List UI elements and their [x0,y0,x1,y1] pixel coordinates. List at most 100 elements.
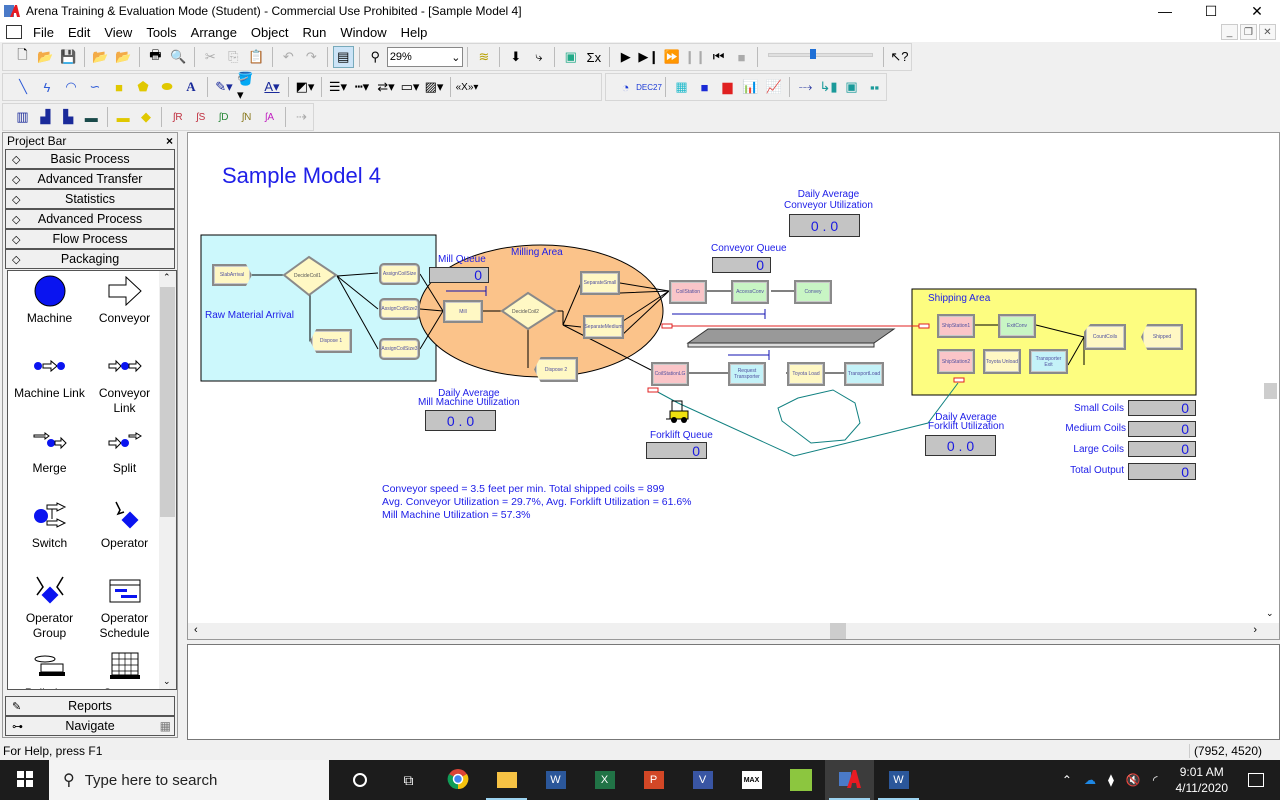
scroll-right-icon[interactable]: › [1253,624,1257,636]
palette-item-operator-group[interactable]: Operator Group [12,575,87,641]
module-access-conv[interactable]: AccessConv [731,280,769,304]
panel-flow-process[interactable]: ◇ Flow Process [5,229,175,249]
module-transporter-exit[interactable]: Transporter Exit [1029,349,1068,374]
storage-icon[interactable]: ▥ [12,106,33,128]
module-slab-arrival[interactable]: SlabArrival [212,264,252,286]
pause-icon[interactable]: ❙❙ [684,46,706,68]
minimize-button[interactable]: — [1142,0,1188,22]
module-dispose2[interactable]: Dispose 2 [534,357,578,382]
doc-minimize-button[interactable]: _ [1221,24,1238,40]
canvas-hscroll-thumb[interactable] [830,623,846,639]
line-tool-icon[interactable]: ╲ [12,76,34,98]
show-dimensions-icon[interactable]: «X»▾ [456,76,479,98]
paste-icon[interactable]: 📋 [246,46,267,68]
promote-path-icon[interactable]: ʃA [259,106,280,128]
palette-item-storage[interactable]: Storage [87,650,162,689]
queue-icon[interactable]: ⤏ [795,76,816,98]
panel-reports[interactable]: ✎ Reports [5,696,175,716]
module-separate-small[interactable]: SeparateSmall [580,271,620,295]
go-icon[interactable]: ▶ [615,46,636,68]
menu-file[interactable]: File [26,25,61,40]
date-icon[interactable]: DEC27 [636,76,662,98]
module-separate-medium[interactable]: SeparateMedium [583,315,624,339]
animate-connectors-icon[interactable]: ▣ [560,46,581,68]
station-marker-icon[interactable]: ▬ [113,106,134,128]
palette-item-machine[interactable]: Machine [12,275,87,326]
line-style-icon[interactable]: ┅▾ [351,76,373,98]
wifi-icon[interactable]: ◜ [1153,773,1158,787]
text-tool-icon[interactable]: A [180,76,202,98]
scroll-up-icon[interactable]: ⌃ [163,272,171,283]
doc-close-button[interactable]: ✕ [1259,24,1276,40]
palette-item-machine-link[interactable]: Machine Link [12,350,87,401]
end-icon[interactable]: ■ [731,46,752,68]
polygon-tool-icon[interactable]: ⬟ [132,76,154,98]
menu-run[interactable]: Run [296,25,334,40]
palette-item-conveyor-link[interactable]: Conveyor Link [87,350,162,416]
palette-item-switch[interactable]: Switch [12,500,87,551]
layers-icon[interactable]: ≋ [473,46,494,68]
module-shipped[interactable]: Shipped [1141,324,1183,350]
menu-window[interactable]: Window [333,25,393,40]
seize-icon[interactable]: ▟ [35,106,56,128]
canvas-vscroll[interactable]: ⌄ [1262,133,1279,623]
palette-item-split[interactable]: Split [87,425,162,476]
module-ship-station1[interactable]: ShipStation1 [937,314,975,338]
scroll-down-icon[interactable]: ⌄ [163,676,171,687]
decide-coil2-label[interactable]: DecideCoil2 [512,307,539,318]
module-exit-conv[interactable]: ExitConv [998,314,1036,338]
panel-statistics[interactable]: ◇ Statistics [5,189,175,209]
copy-icon[interactable]: ⎘ [223,46,244,68]
menu-tools[interactable]: Tools [139,25,183,40]
task-view-button[interactable]: ⧉ [384,760,433,800]
palette-scroll-thumb[interactable] [160,287,175,517]
line-color-icon[interactable]: ✎▾ [213,76,235,98]
taskbar-arena[interactable] [825,760,874,800]
fast-forward-icon[interactable]: ⏩ [661,46,682,68]
notifications-icon[interactable] [1248,773,1264,787]
module-assign-coil-size3[interactable]: AssignCoilSize3 [379,338,420,360]
close-button[interactable]: ✕ [1234,0,1280,22]
panel-basic-process[interactable]: ◇ Basic Process [5,149,175,169]
template-detach-icon[interactable]: 📂 [113,46,134,68]
arc-tool-icon[interactable]: ◠ [60,76,82,98]
background-color-icon[interactable]: ◩▾ [294,76,316,98]
module-assign-coil-size2[interactable]: AssignCoilSize2 [379,298,420,320]
module-request-transporter[interactable]: Request Transporter [728,362,766,386]
animation-speed-slider[interactable] [768,47,874,67]
clock-icon[interactable]: ◔ [615,76,636,98]
connect-icon[interactable]: ⤷ [528,46,549,68]
segment-icon[interactable]: ʃS [190,106,211,128]
submodel-down-icon[interactable]: ⬇ [505,46,526,68]
palette-item-operator[interactable]: Operator [87,500,162,551]
canvas-hscroll[interactable]: ‹ › [188,623,1279,639]
intersection-icon[interactable]: ◆ [136,106,157,128]
document-icon[interactable] [6,25,22,39]
module-coil-station-lg[interactable]: CoilStationLG [651,362,689,386]
taskbar-clock[interactable]: 9:01 AM 4/11/2020 [1176,764,1229,796]
taskbar-word-2[interactable]: W [874,760,923,800]
cortana-button[interactable] [335,760,384,800]
undo-icon[interactable]: ↶ [278,46,299,68]
maximize-button[interactable]: ☐ [1188,0,1234,22]
station-icon[interactable]: ↳▮ [818,76,839,98]
taskbar-file-explorer[interactable] [482,760,531,800]
box-tool-icon[interactable]: ■ [108,76,130,98]
taskbar-search-box[interactable]: ⚲ Type here to search [49,760,329,800]
route-path-icon[interactable]: ʃR [167,106,188,128]
menu-view[interactable]: View [97,25,139,40]
taskbar-chart-app[interactable] [776,760,825,800]
line-pattern-icon[interactable]: ▭▾ [399,76,421,98]
transporter-icon[interactable]: ▬ [81,106,102,128]
palette-item-merge[interactable]: Merge [12,425,87,476]
arrow-style-icon[interactable]: ⇄▾ [375,76,397,98]
dropbox-icon[interactable]: ⧫ [1108,773,1114,787]
taskbar-word[interactable]: W [531,760,580,800]
menu-object[interactable]: Object [244,25,296,40]
parking-icon[interactable]: ▙ [58,106,79,128]
level-icon[interactable]: ▆ [717,76,738,98]
print-icon[interactable]: 🖶 [145,46,166,68]
palette-item-conveyor[interactable]: Conveyor [87,275,162,326]
print-preview-icon[interactable]: 🔍 [168,46,189,68]
global-picture-icon[interactable]: ■ [694,76,715,98]
